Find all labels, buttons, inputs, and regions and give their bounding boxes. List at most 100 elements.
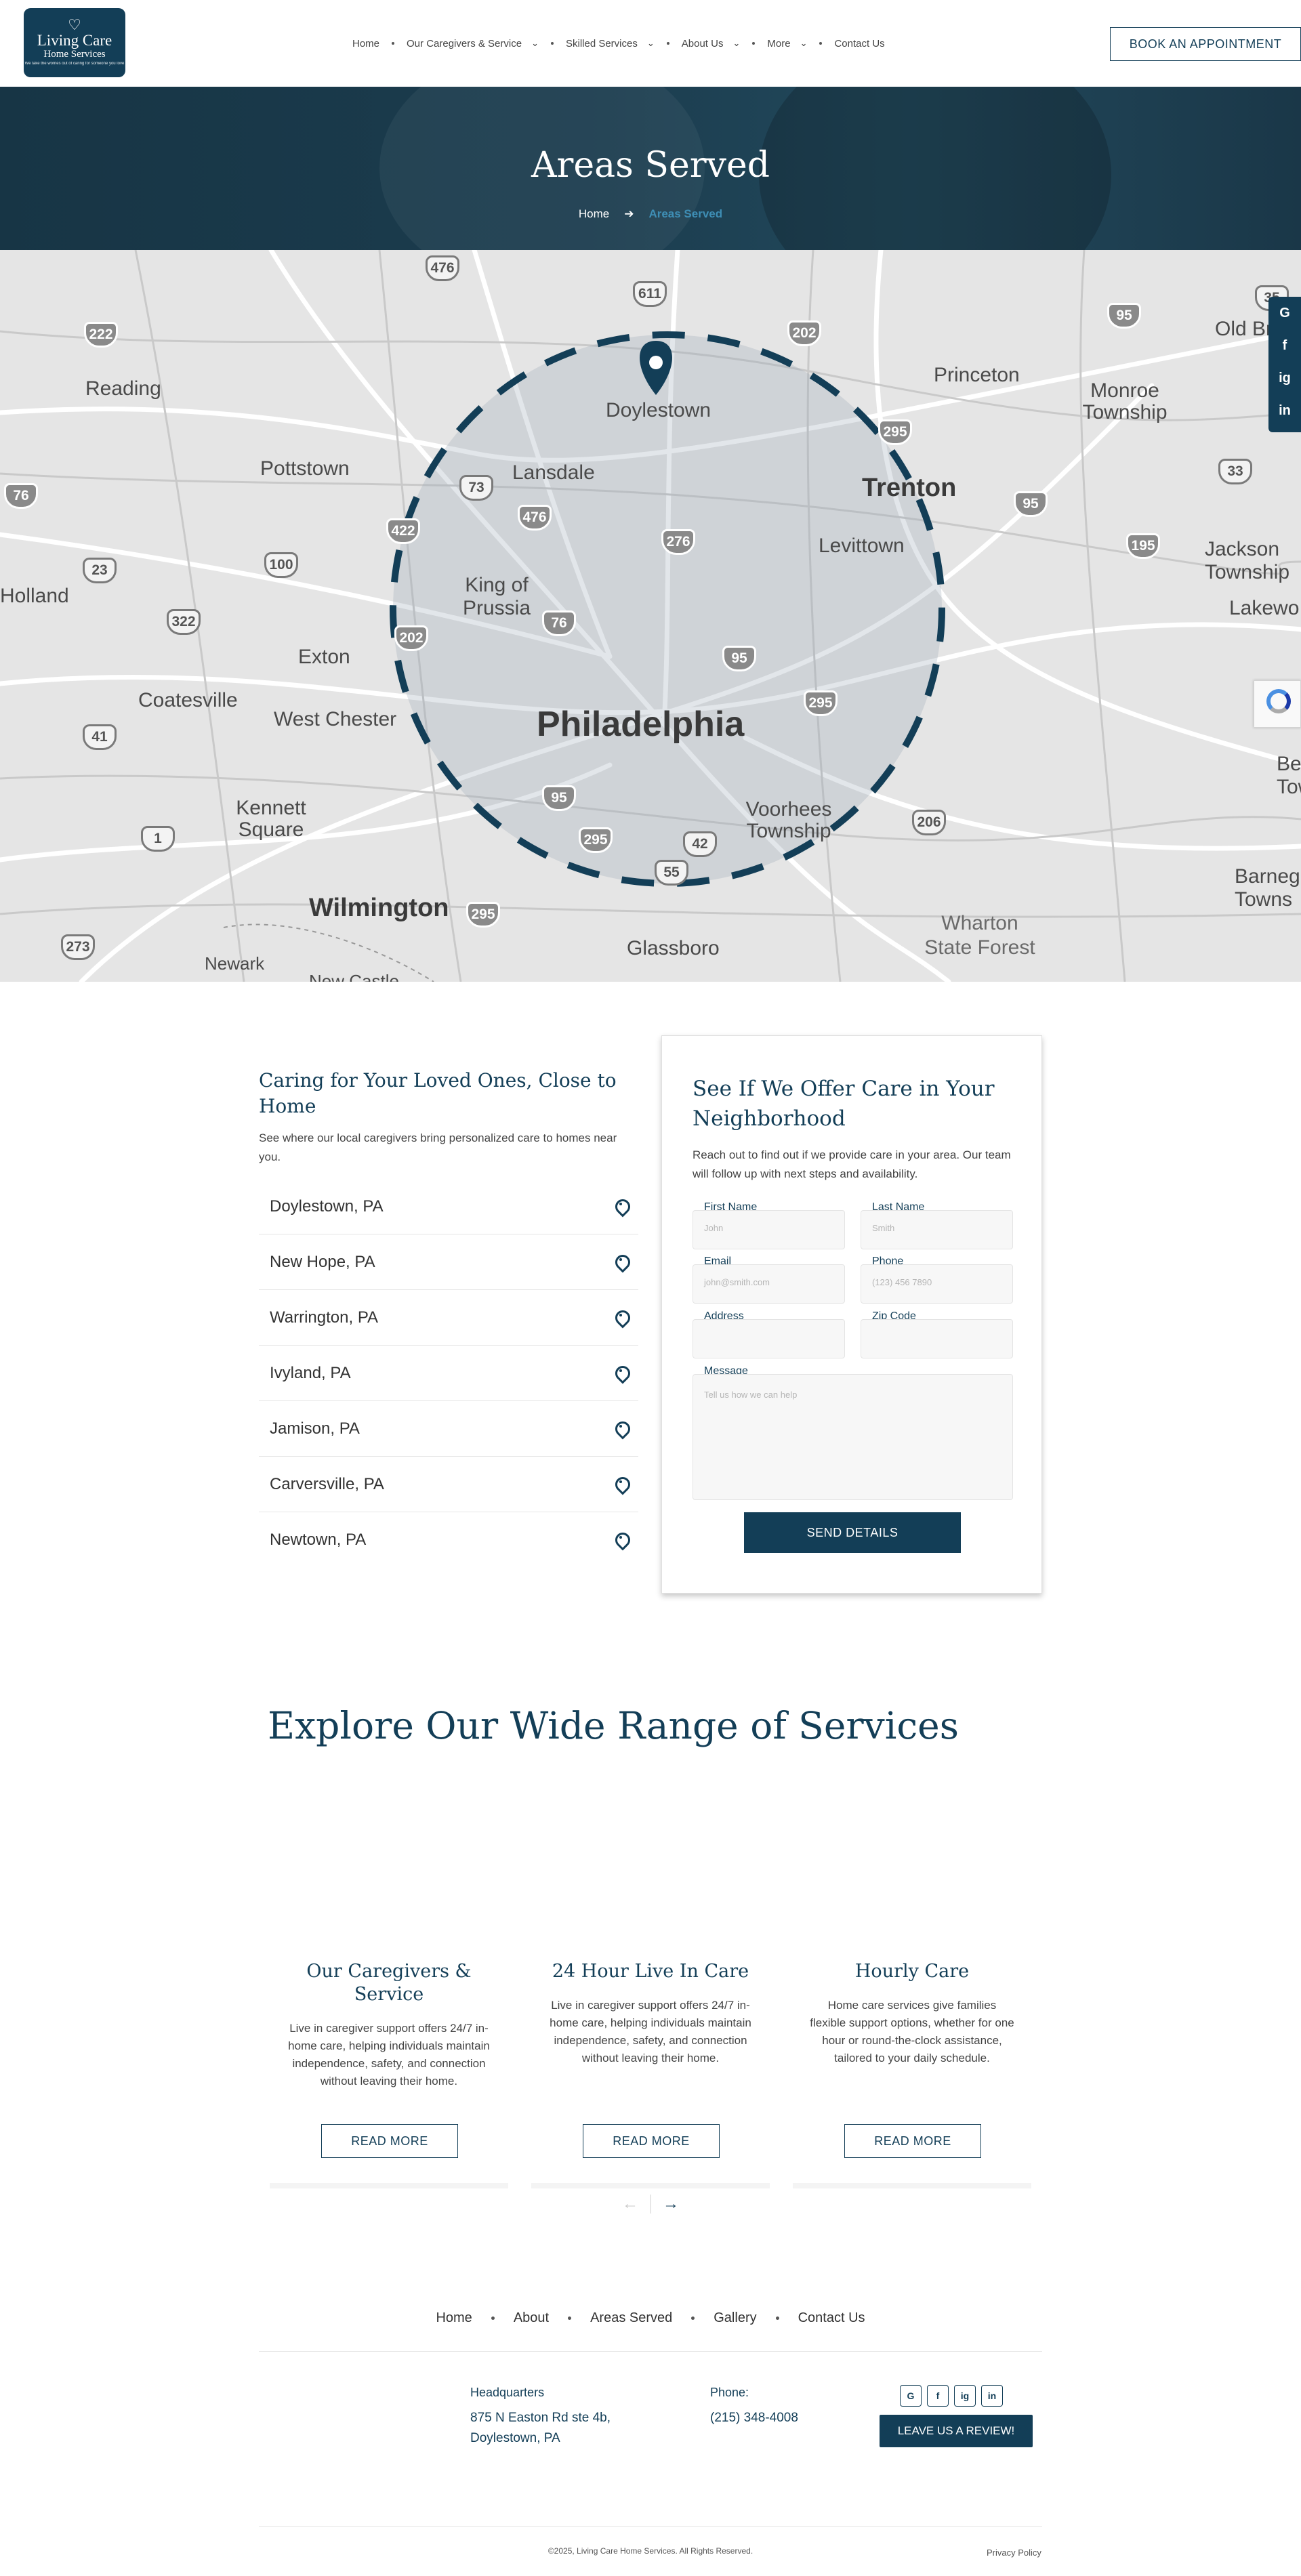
nav-separator	[775, 2317, 779, 2320]
facebook-icon[interactable]: f	[927, 2385, 949, 2407]
list-item[interactable]: Newtown, PA	[259, 1512, 638, 1568]
services-title: Explore Our Wide Range of Services	[268, 1704, 959, 1747]
instagram-icon[interactable]: ig	[954, 2385, 976, 2407]
footer-link-areas-served[interactable]: Areas Served	[590, 2310, 672, 2326]
breadcrumb-current: Areas Served	[648, 207, 723, 220]
nav-item-skilled-services[interactable]: Skilled Services ⌄	[566, 38, 655, 49]
arrow-right-icon[interactable]: →	[663, 2195, 679, 2214]
logo-line-1: Living Care	[37, 32, 112, 49]
list-item[interactable]: New Hope, PA	[259, 1234, 638, 1290]
chevron-down-icon[interactable]: ⌄	[647, 38, 655, 49]
map-label: Glassboro	[627, 937, 720, 959]
service-card: 24 Hour Live In Care Live in caregiver s…	[531, 1948, 770, 2188]
route-shield: 611	[633, 281, 667, 307]
hq-label: Headquarters	[470, 2386, 545, 2399]
list-item[interactable]: Carversville, PA	[259, 1457, 638, 1512]
linkedin-icon[interactable]: in	[981, 2385, 1003, 2407]
nav-label: About Us	[681, 37, 724, 49]
form-title: See If We Offer Care in Your Neighborhoo…	[693, 1077, 995, 1131]
footer-link-contact[interactable]: Contact Us	[798, 2310, 865, 2326]
nav-item-contact[interactable]: Contact Us	[834, 38, 884, 49]
footer-divider	[259, 2526, 1042, 2527]
read-more-button[interactable]: READ MORE	[583, 2124, 720, 2158]
list-item[interactable]: Warrington, PA	[259, 1290, 638, 1346]
chevron-down-icon[interactable]: ⌄	[800, 38, 808, 49]
route-shield: 476	[426, 255, 459, 281]
first-name-field[interactable]: John	[693, 1210, 845, 1249]
route-shield: 42	[683, 831, 717, 857]
linkedin-icon[interactable]: in	[1268, 394, 1301, 427]
list-item[interactable]: Doylestown, PA	[259, 1179, 638, 1234]
map-label: Holland	[0, 585, 69, 607]
send-details-button[interactable]: SEND DETAILS	[744, 1512, 961, 1553]
chevron-down-icon[interactable]: ⌄	[732, 38, 740, 49]
instagram-icon[interactable]: ig	[1268, 362, 1301, 394]
nav-item-home[interactable]: Home	[352, 38, 379, 49]
nav-separator	[691, 2317, 695, 2320]
list-item[interactable]: Ivyland, PA	[259, 1346, 638, 1401]
nav-item-more[interactable]: More ⌄	[767, 38, 807, 49]
site-logo[interactable]: ♡ Living Care Home Services We take the …	[24, 8, 125, 77]
footer-nav: Home About Areas Served Gallery Contact …	[0, 2310, 1301, 2326]
address-field[interactable]	[693, 1319, 845, 1358]
availability-form: See If We Offer Care in Your Neighborhoo…	[661, 1035, 1042, 1594]
map-label: King of Prussia	[462, 574, 531, 619]
route-shield: 1	[141, 826, 175, 852]
area-name: Ivyland, PA	[270, 1363, 351, 1382]
area-name: Jamison, PA	[270, 1419, 360, 1438]
service-card: Our Caregivers & Service Live in caregiv…	[270, 1948, 508, 2188]
map-label: Wilmington	[309, 894, 449, 922]
footer-divider	[259, 2351, 1042, 2352]
hq-address-line-1: 875 N Easton Rd ste 4b,	[470, 2411, 611, 2425]
last-name-field[interactable]: Smith	[861, 1210, 1013, 1249]
read-more-button[interactable]: READ MORE	[321, 2124, 458, 2158]
route-shield: 195	[1126, 533, 1160, 559]
route-shield: 55	[655, 860, 688, 886]
google-icon[interactable]: G	[1268, 297, 1301, 329]
service-card-text: Home care services give families flexibl…	[810, 1999, 1014, 2064]
privacy-policy-link[interactable]: Privacy Policy	[987, 2548, 1041, 2558]
map-label: Lakewo	[1229, 597, 1300, 619]
footer-link-about[interactable]: About	[514, 2310, 549, 2326]
chevron-down-icon[interactable]: ⌄	[531, 38, 539, 49]
breadcrumb-home-link[interactable]: Home	[579, 207, 609, 221]
phone-field[interactable]: (123) 456 7890	[861, 1264, 1013, 1304]
location-pin-icon	[614, 1533, 627, 1547]
phone-link[interactable]: (215) 348-4008	[710, 2408, 798, 2428]
page-title: Areas Served	[531, 145, 770, 186]
route-shield: 202	[787, 320, 821, 346]
area-name: Carversville, PA	[270, 1474, 384, 1493]
leave-review-button[interactable]: LEAVE US A REVIEW!	[880, 2415, 1033, 2447]
nav-item-about[interactable]: About Us ⌄	[682, 38, 741, 49]
route-shield: 95	[722, 646, 756, 671]
route-shield: 41	[83, 724, 117, 750]
message-field[interactable]: Tell us how we can help	[693, 1374, 1013, 1500]
arrow-right-icon: ➔	[624, 207, 634, 220]
area-name: Doylestown, PA	[270, 1197, 384, 1216]
facebook-icon[interactable]: f	[1268, 329, 1301, 362]
nav-item-caregivers[interactable]: Our Caregivers & Service ⌄	[407, 38, 539, 49]
nav-separator	[550, 42, 554, 45]
location-pin-icon	[614, 1477, 627, 1492]
location-pin-icon	[614, 1199, 627, 1214]
main-nav: Home Our Caregivers & Service ⌄ Skilled S…	[352, 35, 885, 51]
footer-link-home[interactable]: Home	[436, 2310, 472, 2326]
book-appointment-button[interactable]: BOOK AN APPOINTMENT	[1110, 27, 1301, 61]
area-name: New Hope, PA	[270, 1252, 375, 1271]
footer-link-gallery[interactable]: Gallery	[714, 2310, 756, 2326]
route-shield: 222	[84, 322, 118, 348]
route-shield: 76	[542, 610, 576, 636]
nav-label: Contact Us	[834, 37, 885, 49]
list-item[interactable]: Jamison, PA	[259, 1401, 638, 1457]
google-icon[interactable]: G	[900, 2385, 922, 2407]
areas-intro: Caring for Your Loved Ones, Close to Hom…	[259, 1068, 638, 1167]
arrow-left-icon[interactable]: ←	[622, 2195, 638, 2214]
read-more-button[interactable]: READ MORE	[844, 2124, 981, 2158]
area-name: Newtown, PA	[270, 1531, 367, 1549]
zip-code-field[interactable]	[861, 1319, 1013, 1358]
recaptcha-badge[interactable]	[1254, 680, 1301, 728]
location-pin-icon	[614, 1421, 627, 1436]
email-field[interactable]: john@smith.com	[693, 1264, 845, 1304]
service-area-map[interactable]: Doylestown Lansdale Trenton Princeton Ol…	[0, 250, 1301, 982]
route-shield: 73	[459, 475, 493, 501]
